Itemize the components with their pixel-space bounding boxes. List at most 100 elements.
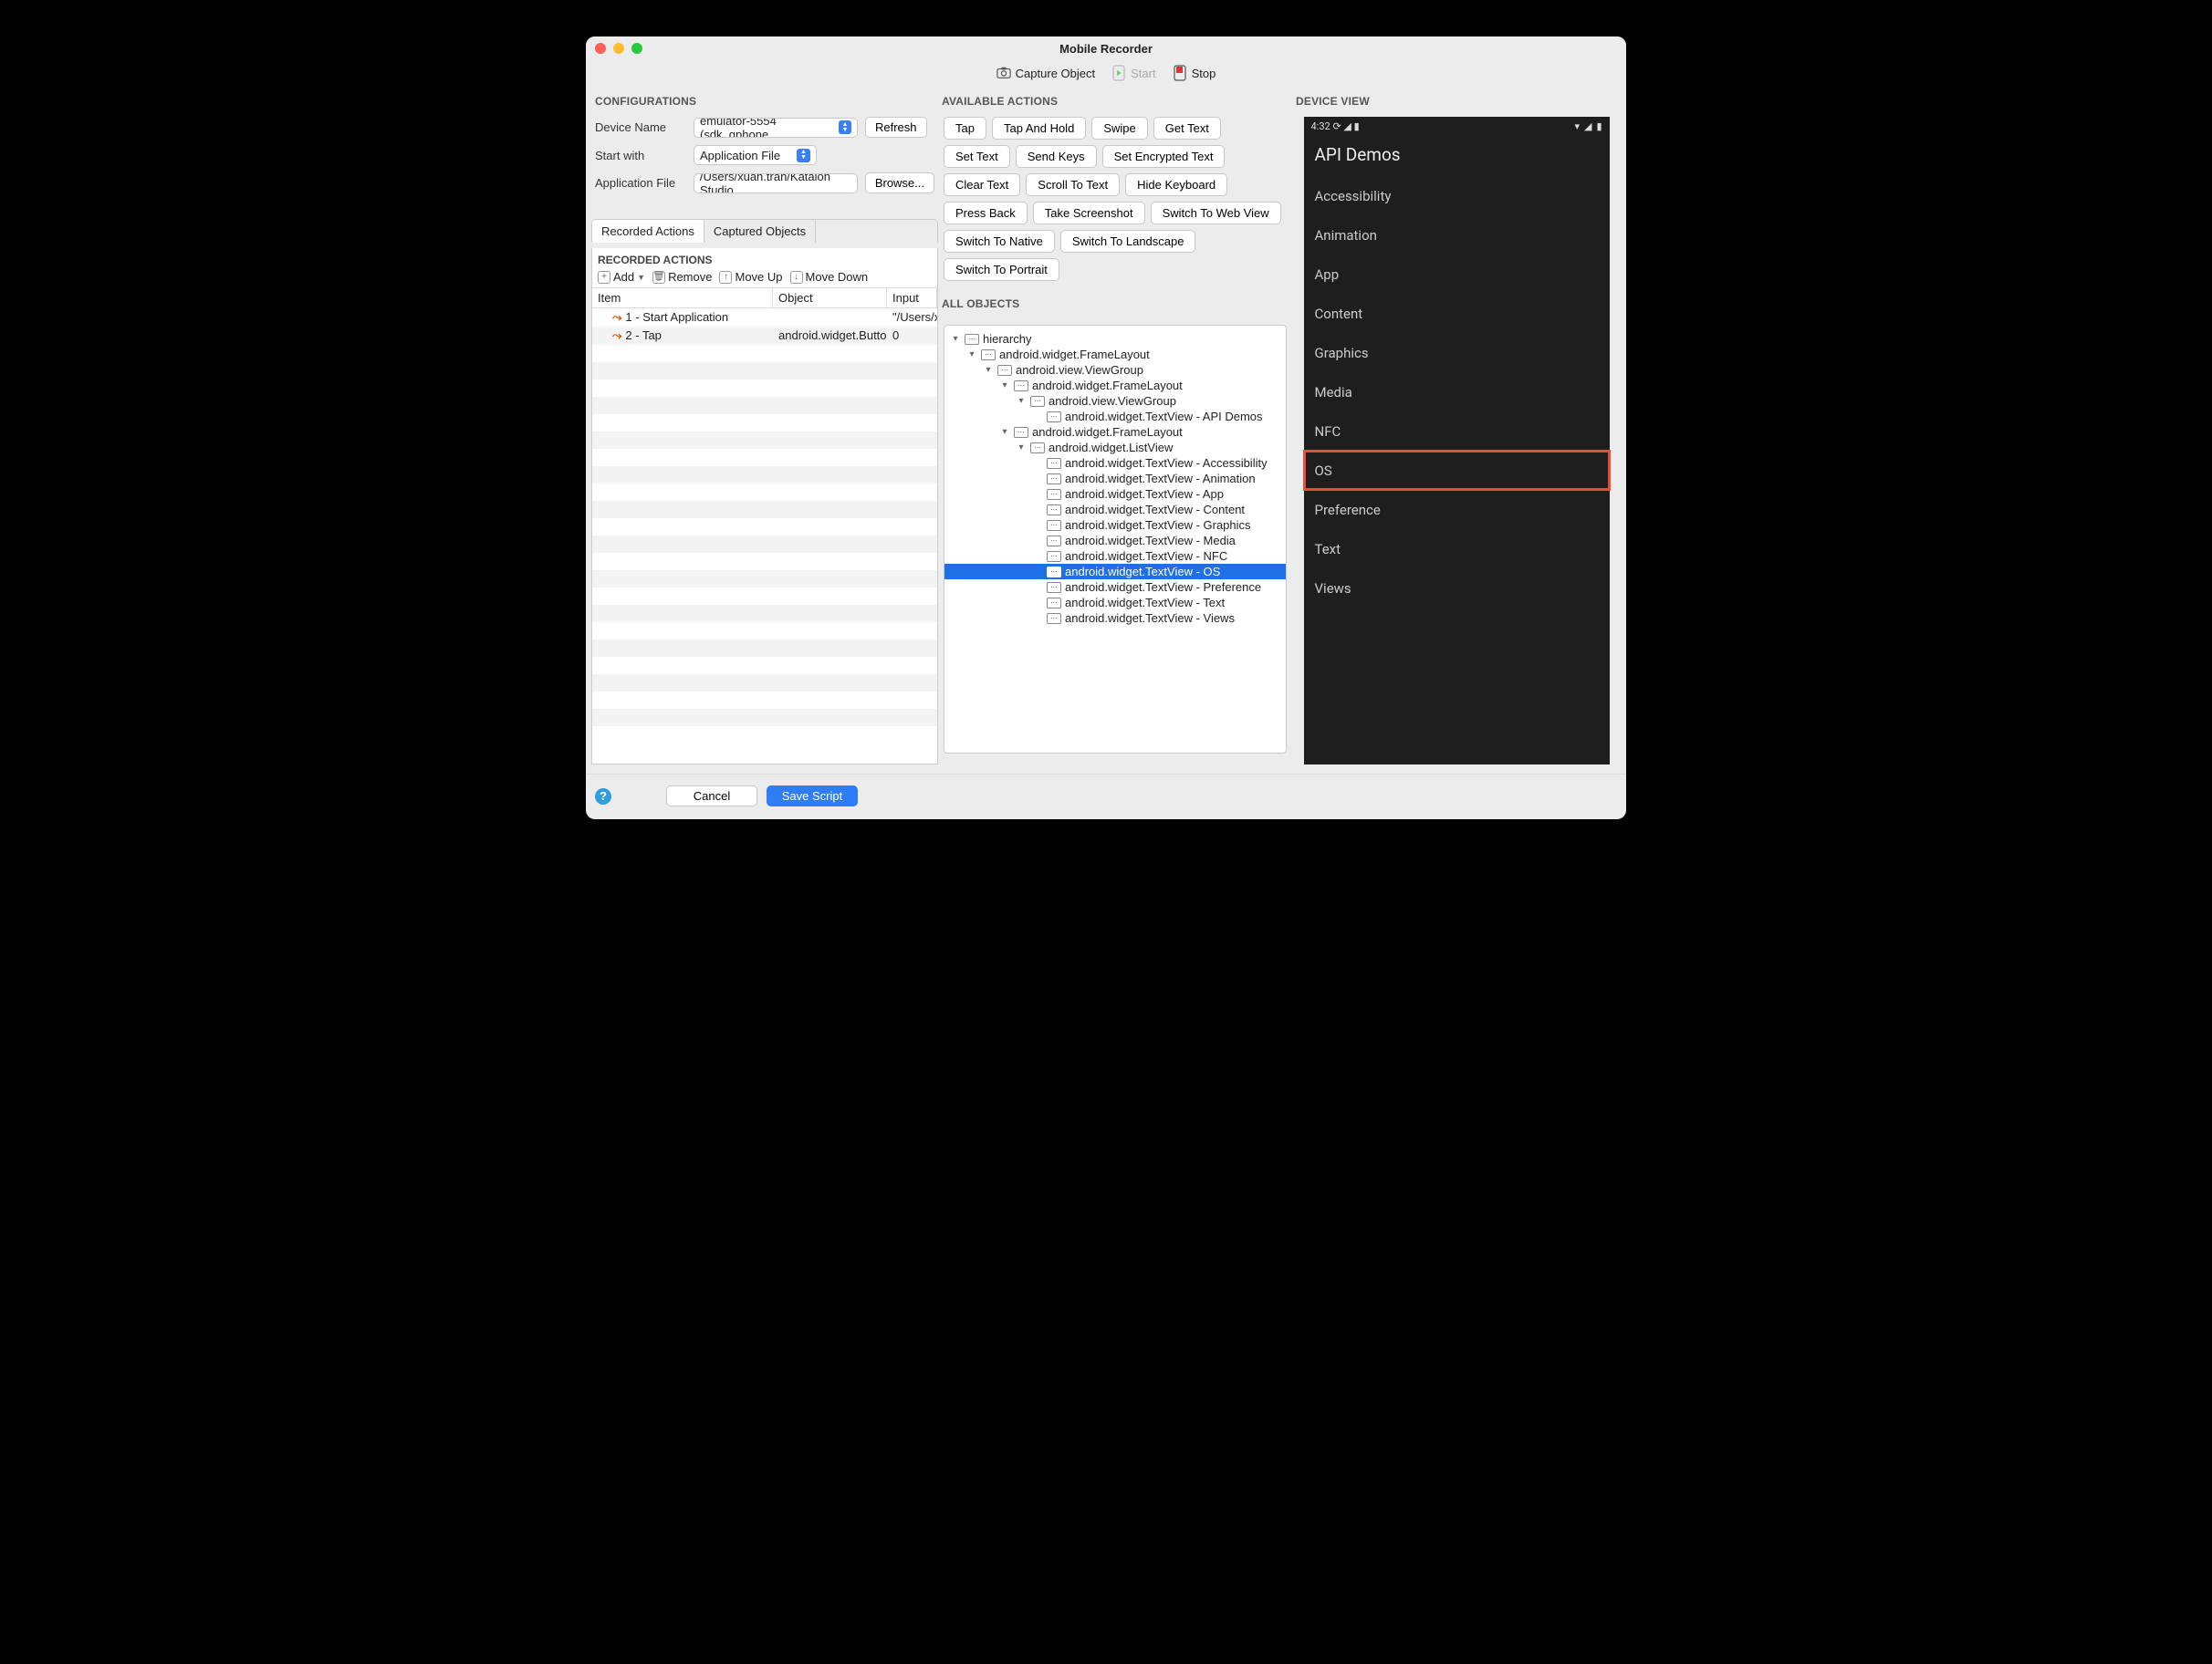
chevron-down-icon: ▾ [950,334,961,344]
tree-node[interactable]: ▾⋯android.view.ViewGroup [944,393,1286,409]
tree-node[interactable]: ⋯android.widget.TextView - Accessibility [944,455,1286,471]
plus-icon: + [598,271,610,284]
start-with-select[interactable]: Application File ▲▼ [694,145,817,165]
chevron-down-icon: ▾ [999,380,1010,390]
tree-node[interactable]: ⋯android.widget.TextView - API Demos [944,409,1286,424]
table-row[interactable]: ⤳1 - Start Application"/Users/xu [592,308,937,327]
app-file-input[interactable]: /Users/xuan.tran/Katalon Studio [694,173,858,193]
help-icon[interactable]: ? [595,788,611,805]
capture-object-button[interactable]: Capture Object [996,66,1095,80]
trash-icon: 🗑 [652,271,665,284]
phone-play-icon [1111,66,1126,80]
tree-node[interactable]: ▾⋯android.widget.FrameLayout [944,424,1286,440]
device-name-label: Device Name [595,120,686,134]
action-switch-to-landscape-button[interactable]: Switch To Landscape [1060,230,1196,253]
device-item-text[interactable]: Text [1304,529,1610,568]
chevron-down-icon: ▾ [999,427,1010,437]
window-title: Mobile Recorder [586,42,1626,56]
save-script-button[interactable]: Save Script [767,785,858,806]
tree-node[interactable]: ⋯android.widget.TextView - NFC [944,548,1286,564]
device-item-animation[interactable]: Animation [1304,215,1610,255]
action-clear-text-button[interactable]: Clear Text [944,173,1020,196]
tree-node[interactable]: ⋯android.widget.TextView - Text [944,595,1286,610]
table-row [592,640,937,657]
refresh-button[interactable]: Refresh [865,117,927,138]
battery-icon: ▮ [1596,120,1602,132]
element-icon: ⋯ [1047,458,1061,469]
tree-node[interactable]: ▾⋯android.widget.ListView [944,440,1286,455]
action-get-text-button[interactable]: Get Text [1153,117,1221,140]
action-scroll-to-text-button[interactable]: Scroll To Text [1026,173,1120,196]
camera-icon [996,66,1011,80]
table-row [592,518,937,536]
element-icon: ⋯ [1047,520,1061,531]
table-row [592,466,937,484]
table-row [592,484,937,501]
tree-node[interactable]: ⋯android.widget.TextView - App [944,486,1286,502]
action-tap-and-hold-button[interactable]: Tap And Hold [992,117,1086,140]
chevron-down-icon: ▾ [1016,442,1027,452]
action-press-back-button[interactable]: Press Back [944,202,1028,224]
device-screen[interactable]: 4:32 ⟳ ◢ ▮ ▾ ◢ ▮ API Demos Accessibility… [1304,117,1610,764]
device-item-content[interactable]: Content [1304,294,1610,333]
table-row[interactable]: ⤳2 - Tapandroid.widget.Button0 [592,327,937,345]
action-set-encrypted-text-button[interactable]: Set Encrypted Text [1102,145,1226,168]
device-name-select[interactable]: emulator-5554 (sdk_gphone ▲▼ [694,118,858,138]
tab-captured-objects[interactable]: Captured Objects [704,220,816,243]
tree-node[interactable]: ▾⋯android.widget.FrameLayout [944,347,1286,362]
remove-button[interactable]: 🗑 Remove [652,270,712,284]
wifi-icon: ▾ [1574,120,1580,132]
device-item-accessibility[interactable]: Accessibility [1304,176,1610,215]
tree-node[interactable]: ⋯android.widget.TextView - Media [944,533,1286,548]
action-set-text-button[interactable]: Set Text [944,145,1010,168]
actions-section-label: AVAILABLE ACTIONS [938,89,1292,111]
tree-node[interactable]: ▾⋯android.view.ViewGroup [944,362,1286,378]
action-tap-button[interactable]: Tap [944,117,986,140]
dropdown-caret-icon: ▼ [637,273,645,282]
device-item-graphics[interactable]: Graphics [1304,333,1610,372]
tree-node[interactable]: ⋯android.widget.TextView - Content [944,502,1286,517]
device-item-os[interactable]: OS [1304,451,1610,490]
device-item-media[interactable]: Media [1304,372,1610,411]
arrow-up-icon: ↑ [719,271,732,284]
device-item-views[interactable]: Views [1304,568,1610,608]
device-section-label: DEVICE VIEW [1292,89,1621,111]
move-up-button[interactable]: ↑ Move Up [719,270,782,284]
device-item-nfc[interactable]: NFC [1304,411,1610,451]
cancel-button[interactable]: Cancel [666,785,757,806]
element-icon: ⋯ [1047,598,1061,608]
element-icon: ⋯ [1047,473,1061,484]
stop-button[interactable]: Stop [1173,66,1216,80]
tree-node[interactable]: ⋯android.widget.TextView - OS [944,564,1286,579]
table-row [592,657,937,674]
element-icon: ⋯ [1047,536,1061,546]
move-down-button[interactable]: ↓ Move Down [790,270,869,284]
tree-node[interactable]: ⋯android.widget.TextView - Graphics [944,517,1286,533]
action-send-keys-button[interactable]: Send Keys [1016,145,1097,168]
add-button[interactable]: + Add ▼ [598,270,645,284]
tree-node[interactable]: ▾⋯hierarchy [944,331,1286,347]
device-item-preference[interactable]: Preference [1304,490,1610,529]
action-switch-to-native-button[interactable]: Switch To Native [944,230,1055,253]
device-item-app[interactable]: App [1304,255,1610,294]
action-hide-keyboard-button[interactable]: Hide Keyboard [1125,173,1227,196]
recorded-section-label: RECORDED ACTIONS [592,248,937,270]
table-row [592,605,937,622]
tree-node[interactable]: ⋯android.widget.TextView - Views [944,610,1286,626]
browse-button[interactable]: Browse... [865,172,934,193]
action-switch-to-portrait-button[interactable]: Switch To Portrait [944,258,1059,281]
step-icon: ⤳ [612,310,621,325]
tree-node[interactable]: ⋯android.widget.TextView - Preference [944,579,1286,595]
action-take-screenshot-button[interactable]: Take Screenshot [1033,202,1145,224]
app-file-label: Application File [595,176,686,190]
table-row [592,501,937,518]
start-label: Start [1131,67,1155,80]
table-row [592,380,937,397]
tree-node[interactable]: ▾⋯android.widget.FrameLayout [944,378,1286,393]
tree-node[interactable]: ⋯android.widget.TextView - Animation [944,471,1286,486]
action-switch-to-web-view-button[interactable]: Switch To Web View [1151,202,1281,224]
config-section-label: CONFIGURATIONS [591,89,938,111]
tab-recorded-actions[interactable]: Recorded Actions [592,220,704,243]
action-swipe-button[interactable]: Swipe [1091,117,1147,140]
element-icon: ⋯ [1014,427,1028,438]
